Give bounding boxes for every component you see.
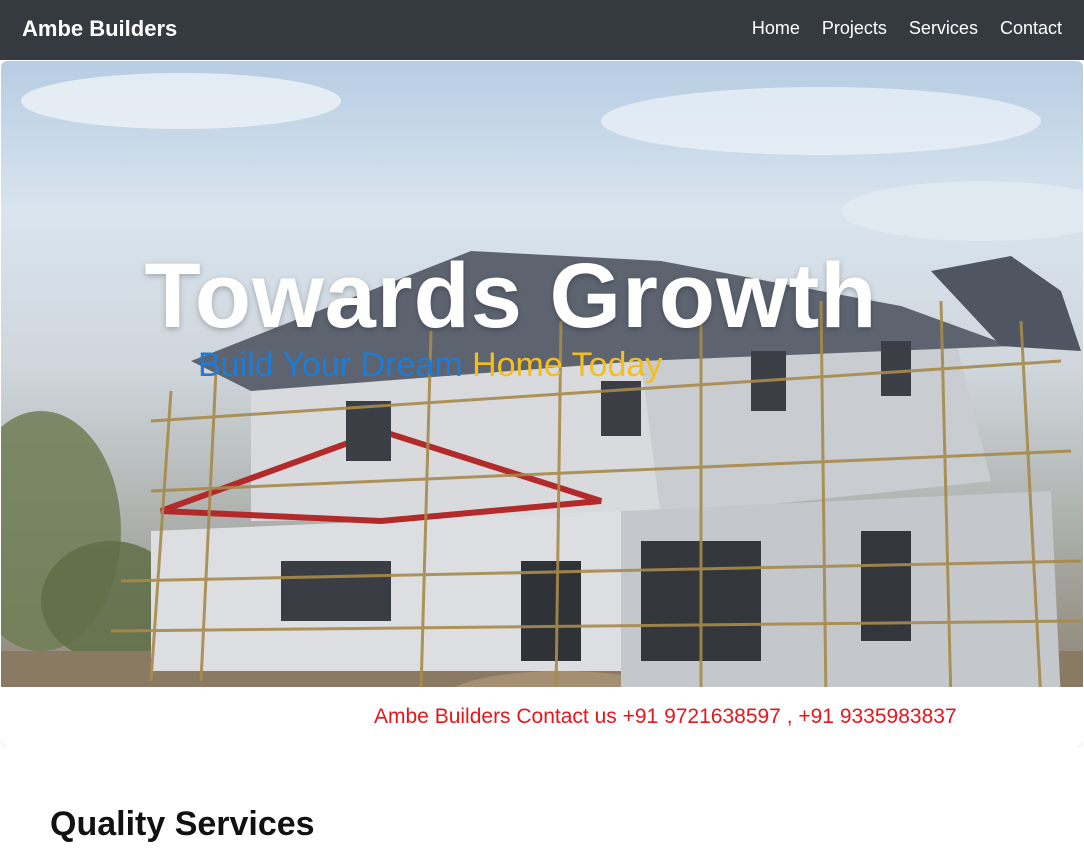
hero-subtitle-gold: Home Today xyxy=(472,346,663,384)
nav-link-projects[interactable]: Projects xyxy=(822,18,887,39)
navbar: Ambe Builders Home Projects Services Con… xyxy=(0,0,1084,60)
hero-carousel: Towards Growth Build Your Dream Home Tod… xyxy=(1,61,1083,747)
house-under-construction-image xyxy=(1,73,1083,747)
nav-link-home[interactable]: Home xyxy=(752,18,800,39)
contact-ticker: Ambe Builders Contact us +91 9721638597 … xyxy=(1,687,1083,747)
hero-subtitle: Build Your Dream Home Today xyxy=(198,346,662,385)
nav-link-contact[interactable]: Contact xyxy=(1000,18,1062,39)
services-section-title: Quality Services xyxy=(50,805,315,843)
nav-links: Home Projects Services Contact xyxy=(752,18,1062,39)
contact-ticker-text: Ambe Builders Contact us +91 9721638597 … xyxy=(374,705,957,728)
brand-logo[interactable]: Ambe Builders xyxy=(22,16,177,42)
nav-link-services[interactable]: Services xyxy=(909,18,978,39)
hero-title: Towards Growth xyxy=(144,245,878,347)
hero-subtitle-blue: Build Your Dream xyxy=(198,346,463,384)
